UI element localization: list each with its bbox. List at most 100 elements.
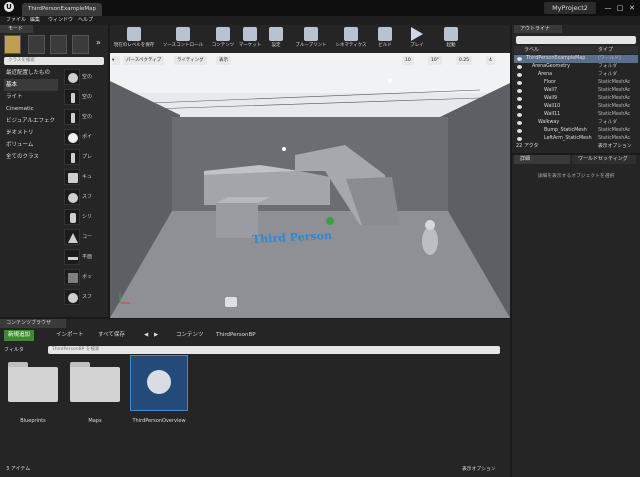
place-item[interactable]: コー [62,227,106,247]
outliner-row-name: Walkway [538,120,560,125]
place-mode-icon[interactable] [4,35,21,54]
category-cinematic[interactable]: Cinematic [4,103,58,115]
outliner-view-options[interactable]: 表示オプション [598,142,632,149]
place-item[interactable]: スフ [62,187,106,207]
folder-maps[interactable] [70,362,120,402]
filters-button[interactable]: フィルタ [4,346,44,353]
outliner-row[interactable]: Floor StaticMeshAc [514,79,638,87]
column-label[interactable]: ラベル [524,46,539,54]
source-control-button[interactable]: ソースコントロール [160,26,206,52]
launch-button[interactable]: 起動 [438,26,464,52]
outliner-row[interactable]: Wall9 StaticMeshAc [514,95,638,103]
category-basic[interactable]: 基本 [4,79,58,91]
path-folder[interactable]: ThirdPersonBP [212,330,260,341]
content-button[interactable]: コンテンツ [210,26,236,52]
level-viewport[interactable]: Third Person [110,53,510,318]
folder-blueprints[interactable] [8,362,58,402]
place-item[interactable]: 空の [62,107,106,127]
visibility-eye-icon[interactable] [517,65,522,69]
paint-mode-icon[interactable] [28,35,45,54]
category-recent[interactable]: 最近配置したもの [4,67,58,79]
visibility-eye-icon[interactable] [517,129,522,133]
place-item[interactable]: スフ [62,287,106,307]
outliner-row[interactable]: ArenaGeometry フォルダ [514,63,638,71]
launch-icon [444,27,458,41]
visibility-eye-icon[interactable] [517,113,522,117]
category-lights[interactable]: ライト [4,91,58,103]
visibility-eye-icon[interactable] [517,57,522,61]
place-item[interactable]: シリ [62,207,106,227]
visibility-eye-icon[interactable] [517,97,522,101]
landscape-mode-icon[interactable] [50,35,67,54]
menu-help[interactable]: ヘルプ [78,16,93,25]
details-tab[interactable]: 詳細 [514,155,570,164]
outliner-row[interactable]: Walkway フォルダ [514,119,638,127]
play-icon [411,27,423,41]
category-visual-effects[interactable]: ビジュアルエフェクト [4,115,58,136]
visibility-eye-icon[interactable] [517,137,522,141]
outliner-row[interactable]: Wall11 StaticMeshAc [514,111,638,119]
outliner-row[interactable]: Wall10 StaticMeshAc [514,103,638,111]
menu-edit[interactable]: 編集 [30,16,40,25]
outliner-tab[interactable]: アウトライナ [514,25,562,33]
outliner-row[interactable]: ThirdPersonExampleMap (ワールド) [514,55,638,63]
place-item[interactable]: キュ [62,167,106,187]
place-item[interactable]: プレ [62,147,106,167]
outliner-row[interactable]: Wall7 StaticMeshAc [514,87,638,95]
visibility-eye-icon[interactable] [517,81,522,85]
column-type[interactable]: タイプ [598,46,613,54]
category-geometry[interactable]: ジオメトリ [4,127,58,139]
outliner-row[interactable]: Arena フォルダ [514,71,638,79]
outliner-row[interactable]: Bump_StaticMesh StaticMeshAc [514,127,638,135]
scale-snap-button[interactable]: 0.25 [456,56,473,65]
maximize-button[interactable]: □ [615,3,625,13]
rotation-snap-button[interactable]: 10° [428,56,442,65]
more-modes-icon[interactable]: » [96,38,101,47]
settings-button[interactable]: 設定 [264,26,288,52]
visibility-eye-icon[interactable] [517,121,522,125]
modes-tab[interactable]: モード [0,25,33,33]
forward-button[interactable]: ▶ [150,330,162,341]
world-settings-tab[interactable]: ワールドセッティング [572,155,636,164]
viewport-options-icon[interactable]: ▾ [112,56,120,65]
visibility-eye-icon[interactable] [517,89,522,93]
grid-snap-button[interactable]: 10 [402,56,414,65]
class-search-input[interactable]: クラスを検索 [4,57,104,65]
menu-bar [0,16,640,25]
category-all-classes[interactable]: 全てのクラス [4,151,58,163]
level-tab[interactable]: ThirdPersonExampleMap [22,3,102,16]
lighting-button[interactable]: ライティング [174,56,207,65]
content-view-options[interactable]: 表示オプション [462,465,496,472]
asset-label: Maps [88,418,102,424]
save-level-button[interactable]: 現在のレベルを保存 [112,26,156,52]
close-button[interactable]: ✕ [627,3,637,13]
place-item[interactable]: ポイ [62,127,106,147]
menu-file[interactable]: ファイル [6,16,26,25]
import-button[interactable]: インポート [52,330,88,341]
cinematics-button[interactable]: シネマティクス [334,26,368,52]
add-new-button[interactable]: 新規追加 [4,330,35,341]
save-all-button[interactable]: すべて保存 [94,330,129,341]
play-button[interactable]: プレイ [404,26,430,52]
category-volumes[interactable]: ボリューム [4,139,58,151]
minimize-button[interactable]: — [603,3,613,13]
asset-search-input[interactable]: ThirdPersonBP を検索 [48,346,500,354]
content-browser-tab[interactable]: コンテンツブラウザ [0,319,66,328]
place-item[interactable]: 平面 [62,247,106,267]
foliage-mode-icon[interactable] [72,35,89,54]
blueprints-button[interactable]: ブループリント [292,26,330,52]
path-content[interactable]: コンテンツ [172,330,208,341]
outliner-search-input[interactable] [516,36,636,44]
place-item[interactable]: ボッ [62,267,106,287]
perspective-button[interactable]: パースペクティブ [123,56,165,65]
marketplace-button[interactable]: マーケット [237,26,263,52]
place-item[interactable]: 空の [62,87,106,107]
menu-window[interactable]: ウィンドウ [48,16,73,25]
show-button[interactable]: 表示 [216,56,231,65]
visibility-eye-icon[interactable] [517,105,522,109]
asset-thirdperson-overview[interactable] [130,355,188,411]
build-button[interactable]: ビルド [372,26,398,52]
visibility-eye-icon[interactable] [517,73,522,77]
place-item[interactable]: 空の [62,67,106,87]
camera-speed-button[interactable]: 4 [486,56,495,65]
